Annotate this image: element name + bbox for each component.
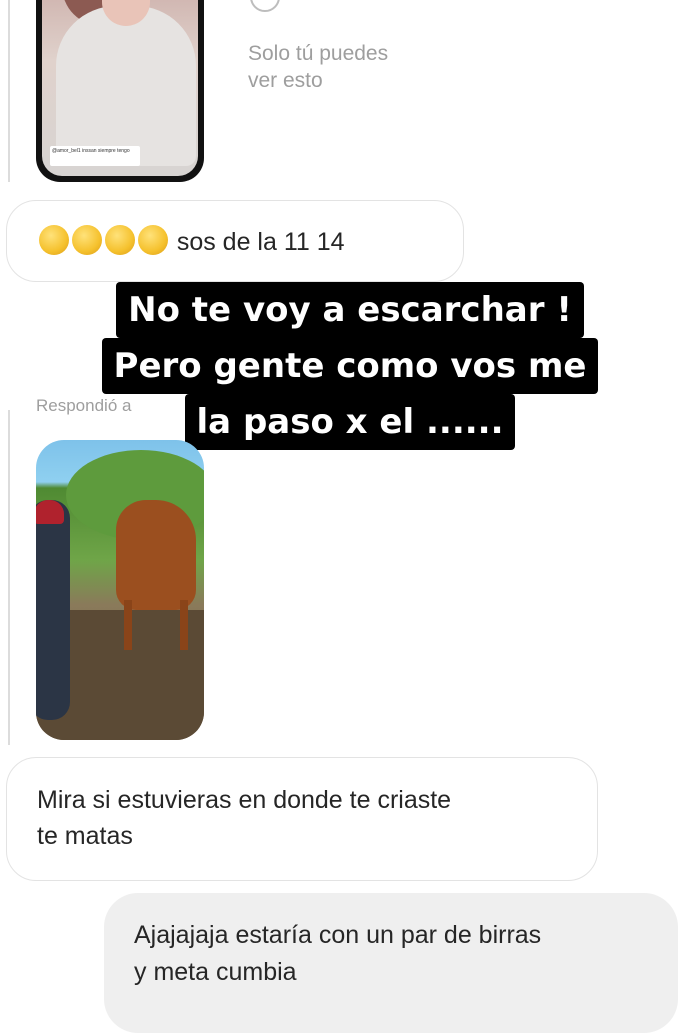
story-thumbnail-top[interactable]: @amor_bel1 inssan siempre tengo — [36, 0, 204, 182]
laughing-emoji-icon — [137, 225, 168, 256]
photo-child — [36, 500, 70, 720]
visibility-note-line1: Solo tú puedes — [248, 42, 389, 65]
story-photo: @amor_bel1 inssan siempre tengo — [42, 0, 198, 176]
story-thumbnail-horse[interactable] — [36, 440, 204, 740]
photo-horse — [116, 500, 196, 610]
thread-line-top — [8, 0, 10, 182]
message-bubble-received-emoji[interactable]: sos de la 11 14 — [6, 200, 464, 282]
message-text: sos de la 11 14 — [176, 228, 345, 257]
message-line: Mira si estuvieras en donde te criaste — [37, 786, 452, 814]
story-caption: @amor_bel1 inssan siempre tengo — [50, 146, 140, 166]
message-bubble-sent[interactable]: Ajajajaja estaría con un par de birras y… — [104, 893, 678, 1033]
message-line: te matas — [37, 822, 133, 850]
overlay-line-2: Pero gente como vos me — [101, 338, 599, 394]
photo-child-hat — [36, 500, 64, 524]
laughing-emoji-icon — [39, 225, 69, 256]
thread-line-middle — [8, 410, 10, 745]
message-line: y meta cumbia — [134, 958, 297, 986]
photo-horse-legs — [124, 600, 188, 650]
visibility-note-line2: ver esto — [248, 69, 323, 92]
message-bubble-received[interactable]: Mira si estuvieras en donde te criaste t… — [6, 757, 598, 881]
laughing-emoji-icon — [104, 225, 135, 256]
overlay-line-3: la paso x el ...... — [184, 394, 516, 450]
overlay-line-1: No te voy a escarchar ! — [116, 282, 584, 338]
laughing-emoji-icon — [71, 225, 102, 256]
visibility-note: Solo tú puedes ver esto — [248, 40, 448, 94]
story-overlay-caption: No te voy a escarchar ! Pero gente como … — [70, 282, 630, 450]
story-photo-sweater — [56, 6, 196, 166]
circle-outline-icon — [250, 0, 280, 12]
message-line: Ajajajaja estaría con un par de birras — [134, 921, 542, 949]
